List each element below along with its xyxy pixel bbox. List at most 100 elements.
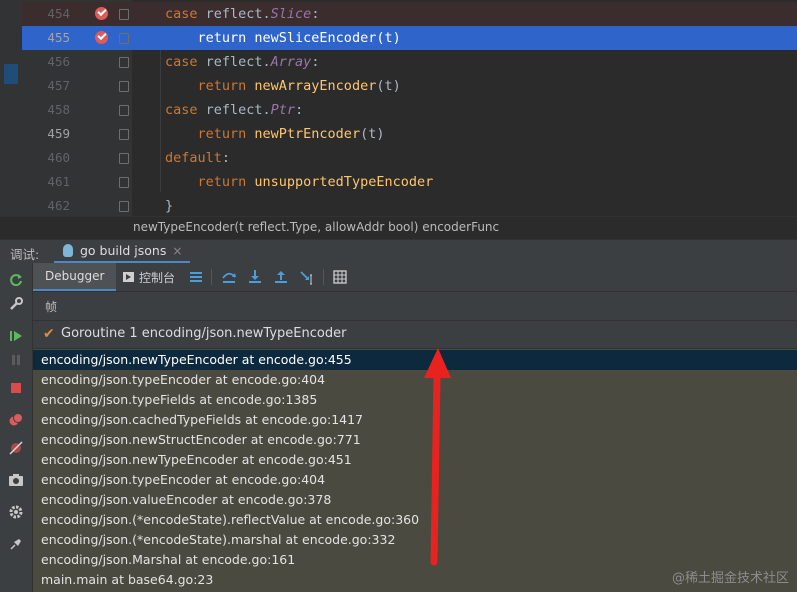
line-number: 456 <box>47 54 70 69</box>
code-text: return unsupportedTypeEncoder <box>165 170 434 194</box>
stack-frame-label: encoding/json.typeEncoder at encode.go:4… <box>41 372 326 387</box>
camera-icon[interactable] <box>8 472 24 488</box>
code-line[interactable]: 457 return newArrayEncoder(t) <box>22 74 797 98</box>
stack-frame[interactable]: encoding/json.typeEncoder at encode.go:4… <box>33 470 797 490</box>
bookmark-marker <box>4 64 18 84</box>
code-token: return <box>165 30 255 46</box>
stack-frame-label: encoding/json.(*encodeState).reflectValu… <box>41 512 420 527</box>
tab-console[interactable]: 控制台 <box>123 263 175 291</box>
view-breakpoints-icon[interactable] <box>8 412 24 428</box>
code-token: (t) <box>376 30 401 46</box>
mute-breakpoints-icon[interactable] <box>8 440 24 456</box>
tab-debugger[interactable]: Debugger <box>33 263 117 291</box>
stack-frame[interactable]: encoding/json.(*encodeState).marshal at … <box>33 530 797 550</box>
function-signature-hint: newTypeEncoder(t reflect.Type, allowAddr… <box>133 220 500 234</box>
frames-panel-header: 帧 <box>33 292 797 321</box>
code-token: : <box>311 54 320 70</box>
line-number: 455 <box>47 30 70 45</box>
line-number: 459 <box>47 126 70 141</box>
line-number: 454 <box>47 6 70 21</box>
step-out-icon[interactable] <box>273 269 289 285</box>
stack-frame-label: encoding/json.typeEncoder at encode.go:4… <box>41 472 326 487</box>
fold-marker-icon[interactable] <box>119 57 129 68</box>
code-line[interactable]: 459 return newPtrEncoder(t) <box>22 122 797 146</box>
code-token: default <box>165 150 222 166</box>
stack-frame[interactable]: encoding/json.typeEncoder at encode.go:4… <box>33 370 797 390</box>
fold-marker-icon[interactable] <box>119 81 129 92</box>
fold-marker-icon[interactable] <box>119 177 129 188</box>
tab-close-icon[interactable]: × <box>172 244 182 258</box>
code-token: case <box>165 54 206 70</box>
red-arrow-annotation <box>424 348 451 566</box>
line-number: 461 <box>47 174 70 189</box>
code-text: return newSliceEncoder(t) <box>165 26 401 50</box>
tab-go-build-jsons[interactable]: go build jsons × <box>54 240 191 264</box>
pin-icon[interactable] <box>8 536 24 552</box>
code-text: case reflect.Ptr: <box>165 98 303 122</box>
stack-frame[interactable]: encoding/json.typeFields at encode.go:13… <box>33 390 797 410</box>
stack-frame[interactable]: encoding/json.newTypeEncoder at encode.g… <box>33 350 797 370</box>
code-line[interactable]: 456 case reflect.Array: <box>22 50 797 74</box>
goroutine-selector[interactable]: ✔ Goroutine 1 encoding/json.newTypeEncod… <box>33 321 797 349</box>
stack-frame[interactable]: encoding/json.(*encodeState).reflectValu… <box>33 510 797 530</box>
code-token: : <box>311 6 320 22</box>
stack-frame[interactable]: encoding/json.newStructEncoder at encode… <box>33 430 797 450</box>
code-token: case <box>165 6 206 22</box>
fold-marker-icon[interactable] <box>119 201 129 212</box>
code-line[interactable]: 462} <box>22 194 797 216</box>
fold-marker-icon[interactable] <box>119 129 129 140</box>
settings-gear-icon[interactable] <box>8 504 24 520</box>
evaluate-expression-icon[interactable] <box>332 269 348 285</box>
rerun-icon[interactable] <box>8 272 24 288</box>
code-line[interactable]: 458 case reflect.Ptr: <box>22 98 797 122</box>
code-token: } <box>165 198 174 214</box>
code-token: return <box>165 126 255 142</box>
breakpoint-icon[interactable] <box>95 31 108 44</box>
console-tab-label: 控制台 <box>139 270 176 285</box>
code-token: Slice <box>270 6 312 22</box>
code-line[interactable]: 460 default: <box>22 146 797 170</box>
code-token: reflect. <box>205 54 271 70</box>
pause-icon[interactable] <box>8 352 24 368</box>
frames-list[interactable]: encoding/json.newTypeEncoder at encode.g… <box>33 349 797 592</box>
wrench-icon[interactable] <box>8 296 24 312</box>
code-text: return newArrayEncoder(t) <box>165 74 401 98</box>
code-token: case <box>165 102 206 118</box>
fold-marker-icon[interactable] <box>119 105 129 116</box>
debug-tool-window-header: 调试: go build jsons × <box>0 239 797 264</box>
step-into-icon[interactable] <box>247 269 263 285</box>
stack-frame-label: encoding/json.typeFields at encode.go:13… <box>41 392 318 407</box>
code-editor[interactable]: 454 case reflect. Slice: 455 return newSlic… <box>0 0 797 216</box>
stack-frame-label: encoding/json.Marshal at encode.go:161 <box>41 552 296 567</box>
stack-frame-label: encoding/json.newTypeEncoder at encode.g… <box>41 452 352 467</box>
stack-frame[interactable]: encoding/json.newTypeEncoder at encode.g… <box>33 450 797 470</box>
step-over-icon[interactable] <box>221 269 237 285</box>
stack-frame[interactable]: encoding/json.cachedTypeFields at encode… <box>33 410 797 430</box>
code-token: reflect. <box>205 102 271 118</box>
layout-menu-icon[interactable] <box>188 269 204 285</box>
stack-frame-label: encoding/json.cachedTypeFields at encode… <box>41 412 364 427</box>
toolbar-separator <box>323 269 324 285</box>
check-icon: ✔ <box>43 326 55 342</box>
go-run-config-icon <box>62 243 74 258</box>
code-token: newArrayEncoder <box>254 78 377 94</box>
code-line[interactable]: 455 return newSliceEncoder(t) <box>22 26 797 50</box>
code-line[interactable]: 461 return unsupportedTypeEncoder <box>22 170 797 194</box>
line-number: 462 <box>47 198 70 213</box>
run-to-cursor-icon[interactable] <box>299 269 315 285</box>
stack-frame[interactable]: encoding/json.valueEncoder at encode.go:… <box>33 490 797 510</box>
stop-icon[interactable] <box>8 380 24 396</box>
code-text: default: <box>165 146 230 170</box>
goroutine-label: Goroutine 1 encoding/json.newTypeEncoder <box>61 326 347 341</box>
stack-frame-label: main.main at base64.go:23 <box>41 572 214 587</box>
fold-marker-icon[interactable] <box>119 9 129 20</box>
fold-marker-icon[interactable] <box>119 33 129 44</box>
resume-program-icon[interactable] <box>8 328 24 344</box>
fold-marker-icon[interactable] <box>119 153 129 164</box>
breakpoint-icon[interactable] <box>95 7 108 20</box>
toolbar-separator <box>211 269 212 285</box>
editor-left-strip <box>0 0 22 216</box>
code-line[interactable]: 454 case reflect.Slice: <box>22 2 797 26</box>
console-icon <box>123 272 134 282</box>
frames-label: 帧 <box>45 300 58 314</box>
